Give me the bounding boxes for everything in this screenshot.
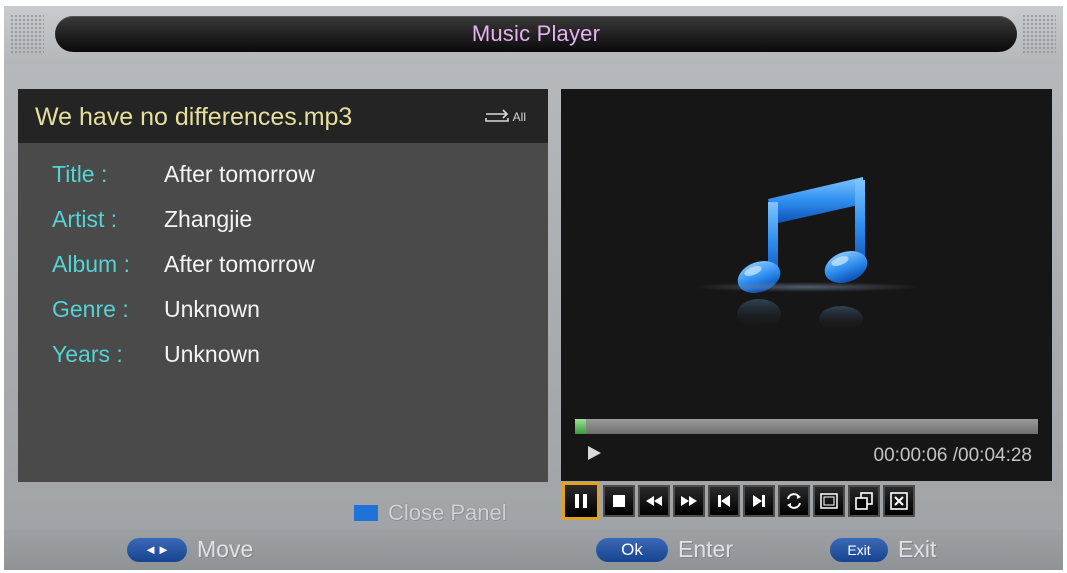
hint-enter: Ok Enter (596, 536, 733, 563)
fast-forward-button[interactable] (673, 485, 705, 517)
speaker-grille-left (10, 14, 44, 54)
close-button[interactable] (883, 485, 915, 517)
arrow-keys-icon: ◄► (127, 537, 187, 562)
repeat-button[interactable] (778, 485, 810, 517)
repeat-all-button[interactable] (813, 485, 845, 517)
title-bar: Music Player (55, 16, 1017, 52)
repeat-mode-label: All (512, 110, 526, 124)
field-key: Artist : (52, 206, 118, 232)
field-key: Title : (52, 161, 108, 187)
repeat-icon (482, 109, 512, 123)
field-key: Years : (52, 341, 123, 367)
rewind-button[interactable] (638, 485, 670, 517)
previous-button[interactable] (708, 485, 740, 517)
close-panel-label: Close Panel (388, 500, 507, 525)
hint-move: ◄► Move (127, 536, 253, 563)
stop-icon (613, 495, 625, 507)
hint-exit: Exit Exit (830, 536, 936, 563)
repeat-mode-indicator: All (482, 108, 526, 124)
field-key: Genre : (52, 296, 129, 322)
repeat-icon (787, 493, 801, 509)
track-filename: We have no differences.mp3 (35, 103, 353, 131)
field-value: After tomorrow (164, 251, 315, 277)
field-value: Unknown (164, 341, 260, 367)
copy-button[interactable] (848, 485, 880, 517)
playback-time: 00:00:06 /00:04:28 (873, 445, 1032, 466)
transport-controls (562, 482, 915, 520)
skip-next-icon (753, 495, 765, 507)
progress-fill (575, 419, 586, 434)
skip-previous-icon (718, 495, 730, 507)
pause-button[interactable] (562, 482, 600, 520)
music-note-icon (691, 164, 921, 364)
rewind-icon (646, 496, 662, 506)
ok-key-icon: Ok (596, 537, 668, 562)
hint-label: Enter (678, 536, 733, 562)
pause-icon (575, 494, 587, 508)
field-value: After tomorrow (164, 161, 315, 187)
hint-label: Exit (898, 536, 937, 562)
copy-icon (855, 492, 873, 510)
repeat-all-icon (820, 493, 838, 509)
close-icon (890, 492, 908, 510)
field-value: Unknown (164, 296, 260, 322)
fast-forward-icon (681, 496, 697, 506)
speaker-grille-right (1022, 14, 1056, 54)
field-value: Zhangjie (164, 206, 253, 232)
blue-key-icon (354, 505, 378, 521)
play-icon (588, 446, 601, 460)
track-info-panel: We have no differences.mp3 All Title : A… (18, 89, 548, 482)
close-panel-button[interactable]: Close Panel (354, 500, 507, 526)
visualizer-panel: 00:00:06 /00:04:28 (561, 89, 1052, 481)
next-button[interactable] (743, 485, 775, 517)
hint-label: Move (197, 536, 254, 562)
page-title: Music Player (471, 21, 601, 46)
exit-key-icon: Exit (830, 537, 888, 562)
progress-bar[interactable] (575, 419, 1038, 434)
field-key: Album : (52, 251, 130, 277)
stop-button[interactable] (603, 485, 635, 517)
track-info-header: We have no differences.mp3 All (18, 89, 548, 143)
